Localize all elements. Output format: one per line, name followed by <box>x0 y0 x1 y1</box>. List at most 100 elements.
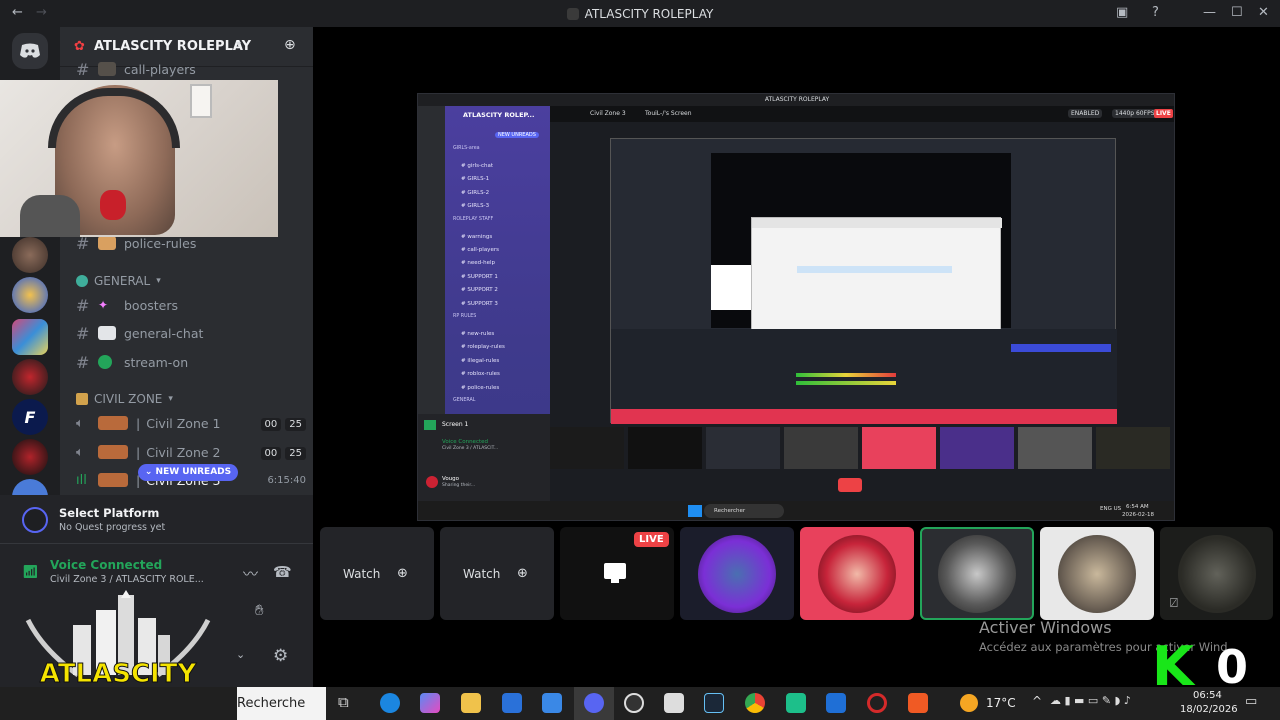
edge-icon[interactable] <box>380 693 400 713</box>
user-limit: 25 <box>285 447 306 460</box>
minimize-icon[interactable]: — <box>1203 5 1216 20</box>
channel-call-players[interactable]: # call-players <box>76 57 196 81</box>
channel-general-chat[interactable]: # general-chat <box>76 321 203 345</box>
brave-icon[interactable] <box>908 693 928 713</box>
inner-category: RP RULES <box>453 314 477 319</box>
category-general[interactable]: GENERAL ▾ <box>76 274 161 288</box>
channel-emoji-icon <box>98 473 128 487</box>
app-icon-1[interactable] <box>664 693 684 713</box>
discord-icon <box>20 43 40 58</box>
user-avatar <box>1058 535 1136 613</box>
inner-title-bar: ATLASCITY ROLEPLAY <box>418 94 1174 106</box>
taskbar-time[interactable]: 06:54 <box>1193 690 1222 701</box>
app-icon-3[interactable] <box>826 693 846 713</box>
server-avatar-1[interactable] <box>12 237 48 273</box>
inner-channel: # police-rules <box>461 384 500 391</box>
app-icon-2[interactable] <box>786 693 806 713</box>
stream-thumb-avatar-2[interactable] <box>800 527 914 620</box>
close-icon[interactable]: ✕ <box>1258 5 1269 20</box>
inner-user-panel: Screen 1 Voice Connected Civil Zone 3 / … <box>418 414 550 501</box>
inner-audio-meter <box>796 373 896 377</box>
quest-icon[interactable] <box>22 507 48 533</box>
speaker-icon: 🔈︎ <box>76 415 84 431</box>
weather-temp[interactable]: 17°C <box>986 696 1016 710</box>
server-avatar-f[interactable]: F <box>12 399 48 435</box>
webcam-overlay <box>0 80 278 237</box>
channel-stream-on[interactable]: # stream-on <box>76 350 188 374</box>
channel-boosters[interactable]: # ✦ boosters <box>76 293 178 317</box>
settings-gear-icon[interactable]: ⚙ <box>273 646 288 666</box>
popout-icon[interactable]: ⊕ <box>397 566 408 581</box>
inbox-icon[interactable]: ▣ <box>1116 5 1128 20</box>
inner-channel: # GIRLS-3 <box>461 203 490 210</box>
server-avatar-2[interactable] <box>12 277 48 313</box>
stream-thumb-avatar-3[interactable] <box>920 527 1034 620</box>
user-count: 00 <box>260 418 282 431</box>
inner-channel: # girls-chat <box>461 163 494 169</box>
maximize-icon[interactable]: ☐ <box>1231 5 1243 20</box>
inner-avatar <box>426 476 438 488</box>
server-avatar-bleach[interactable] <box>12 319 48 355</box>
inner-stream-thumb <box>628 427 702 469</box>
watch-button-2[interactable]: Watch <box>456 562 500 586</box>
inner-stream-thumb <box>862 427 936 469</box>
window-title: ATLASCITY ROLEPLAY <box>0 7 1280 21</box>
stream-thumb-avatar-1[interactable] <box>680 527 794 620</box>
opera-icon[interactable] <box>867 693 887 713</box>
add-member-icon[interactable]: ⊕ <box>284 37 296 53</box>
chevron-down-icon: ⌄ <box>144 467 156 477</box>
wall-frame <box>190 84 212 118</box>
tray-icons[interactable]: ☁ ▮ ▬ ▭ ✎ ◗ ♪ <box>1050 694 1131 707</box>
tray-chevron-icon[interactable]: ^ <box>1032 694 1042 708</box>
inner-stream-thumb <box>550 427 624 469</box>
atlas-city-logo: ATLASCITY <box>18 590 218 690</box>
discord-home-button[interactable] <box>12 33 48 69</box>
voice-channel-2[interactable]: 🔈︎ | Civil Zone 2 00 25 <box>76 440 306 464</box>
watch-button-1[interactable]: Watch <box>336 562 380 586</box>
weather-icon <box>960 694 978 712</box>
inner-taskbar-red <box>611 409 1117 424</box>
help-icon[interactable]: ? <box>1152 5 1159 20</box>
store-icon[interactable] <box>502 693 522 713</box>
inner-channel: # GIRLS-1 <box>461 176 490 183</box>
inner-channel: # SUPPORT 3 <box>461 300 498 307</box>
server-avatar-3[interactable] <box>12 359 48 395</box>
inner-obs-docks <box>611 329 1117 409</box>
category-civil-zone[interactable]: CIVIL ZONE ▾ <box>76 392 173 406</box>
server-avatar-4[interactable] <box>12 439 48 475</box>
voice-connected-title[interactable]: Voice Connected <box>50 558 162 572</box>
voice-connected-subtitle[interactable]: Civil Zone 3 / ATLASCITY ROLE... <box>50 574 204 585</box>
voice-channel-1[interactable]: 🔈︎ | Civil Zone 1 00 25 <box>76 411 306 435</box>
channel-emoji-icon <box>98 62 116 76</box>
inner-channel: # roblox-rules <box>461 371 500 378</box>
server-icon <box>566 7 579 20</box>
shared-screen[interactable]: ATLASCITY ROLEPLAY ATLASCITY ROLEP... NE… <box>417 93 1175 521</box>
obs-icon[interactable] <box>624 693 644 713</box>
noise-suppression-icon[interactable]: 〰 <box>243 563 258 584</box>
taskbar-search[interactable]: Recherche <box>237 687 326 720</box>
chrome-icon[interactable] <box>745 693 765 713</box>
stream-thumb-avatar-4[interactable] <box>1040 527 1154 620</box>
steam-icon[interactable] <box>704 693 724 713</box>
camera-off-icon[interactable]: ⍁ <box>1170 596 1178 611</box>
hash-icon: # <box>76 59 90 79</box>
new-unreads-pill[interactable]: ⌄ NEW UNREADS <box>138 464 238 481</box>
taskbar-date[interactable]: 18/02/2026 <box>1180 704 1238 715</box>
headset-toggle-icon[interactable]: ⌄ <box>236 648 245 661</box>
popout-icon[interactable]: ⊕ <box>517 566 528 581</box>
inner-channel: # SUPPORT 2 <box>461 287 498 294</box>
divider <box>0 543 313 544</box>
discord-taskbar-icon[interactable] <box>584 693 604 713</box>
file-explorer-icon[interactable] <box>461 693 481 713</box>
user-avatar <box>698 535 776 613</box>
quest-title: Select Platform <box>59 506 160 520</box>
task-view-icon[interactable]: ⧉ <box>338 693 349 711</box>
signal-icon: 📶︎ <box>22 565 39 580</box>
activate-windows-title: Activer Windows <box>979 618 1112 637</box>
copilot-icon[interactable] <box>420 693 440 713</box>
disconnect-icon[interactable]: ☎︎ <box>273 563 292 581</box>
notification-icon[interactable]: ▭ <box>1245 694 1257 709</box>
outlook-icon[interactable] <box>542 693 562 713</box>
user-avatar <box>938 535 1016 613</box>
soundboard-icon[interactable]: ✋︎ <box>255 601 264 619</box>
